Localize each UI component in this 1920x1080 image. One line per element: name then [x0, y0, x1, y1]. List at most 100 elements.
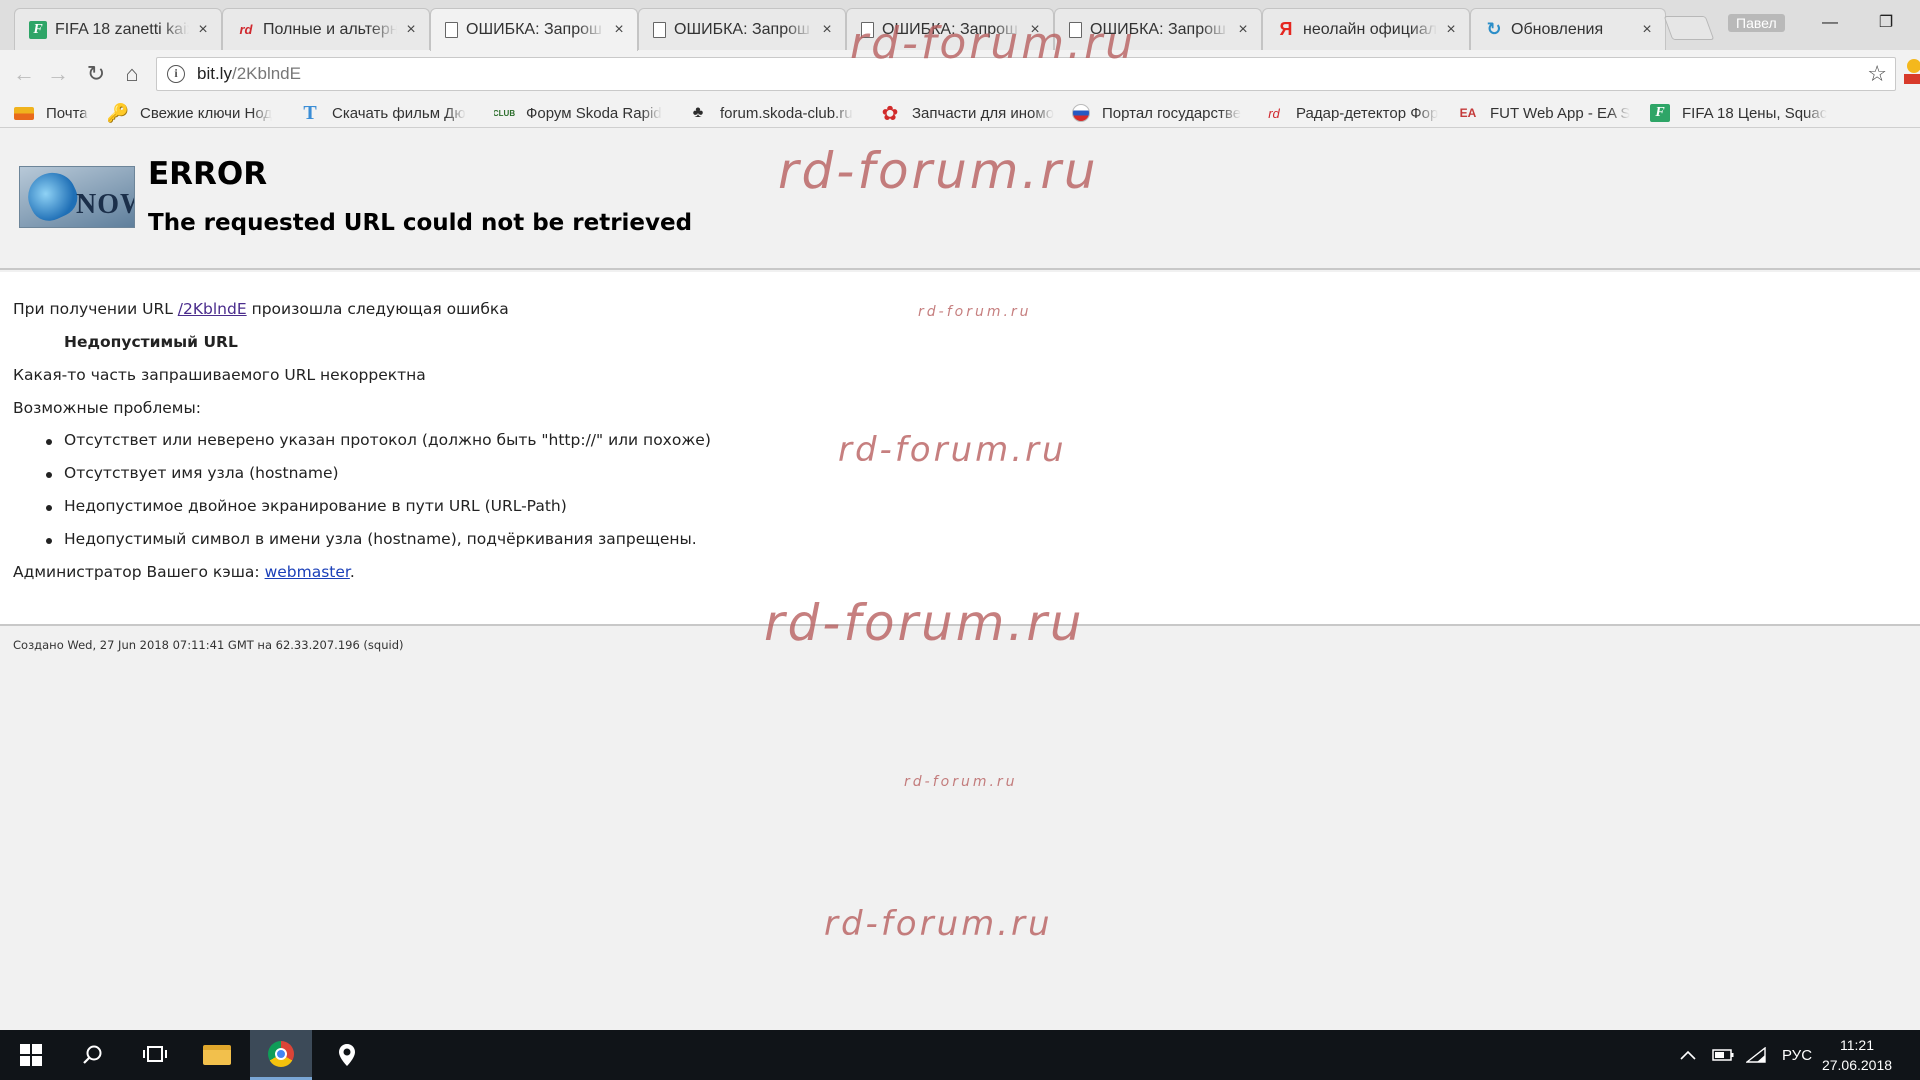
- key-icon: 🔑: [108, 102, 130, 123]
- admin-suffix: .: [349, 563, 355, 581]
- document-icon: [653, 21, 666, 38]
- tab-rd[interactable]: rd Полные и альтерн ×: [222, 8, 430, 50]
- windows-icon: [20, 1044, 42, 1066]
- problem-item: Недопустимое двойное экранирование в пут…: [64, 497, 567, 515]
- bookmark-label: Форум Skoda Rapid: [526, 104, 662, 122]
- minimize-icon[interactable]: —: [1810, 10, 1850, 36]
- intro-line: При получении URL /2KblndE произошла сле…: [13, 300, 509, 318]
- bookmark-item[interactable]: Почта: [14, 102, 94, 124]
- watermark: rd-forum.ru: [838, 430, 1067, 470]
- tab-title: ОШИБКА: Запрош: [674, 20, 810, 38]
- maps-pin-icon[interactable]: [316, 1030, 378, 1080]
- bookmark-item[interactable]: Портал государстве: [1072, 102, 1248, 124]
- skoda-icon: ♣: [692, 104, 704, 121]
- squid-icon: [20, 167, 84, 227]
- bullet-icon: [46, 505, 52, 511]
- tab-error-active[interactable]: ОШИБКА: Запрош ×: [430, 8, 638, 51]
- parts-icon: ✿: [881, 102, 899, 125]
- rd-icon: rd: [239, 22, 253, 37]
- new-tab-button[interactable]: [1663, 16, 1715, 40]
- webmaster-link[interactable]: webmaster: [265, 563, 350, 581]
- problem-item: Отсутствет или неверено указан протокол …: [64, 431, 711, 449]
- tab-title: Полные и альтерн: [263, 20, 397, 38]
- url-host: bit.ly: [197, 64, 232, 83]
- error-name: Недопустимый URL: [64, 333, 238, 351]
- bookmark-label: Свежие ключи Нод: [140, 104, 273, 122]
- bookmark-item[interactable]: T Скачать фильм Дю: [300, 102, 476, 124]
- close-icon[interactable]: ×: [1639, 21, 1655, 38]
- file-explorer-icon[interactable]: [186, 1030, 248, 1080]
- problem-item: Недопустимый символ в имени узла (hostna…: [64, 530, 697, 548]
- error-description: Какая-то часть запрашиваемого URL некорр…: [13, 366, 426, 384]
- watermark: rd-forum.ru: [824, 904, 1053, 944]
- profile-button[interactable]: Павел: [1728, 14, 1785, 32]
- tab-fifa[interactable]: F FIFA 18 zanetti kaix ×: [14, 8, 222, 50]
- bookmark-label: FIFA 18 Цены, Squac: [1682, 104, 1828, 122]
- requested-url-link[interactable]: /2KblndE: [178, 300, 247, 318]
- bookmark-star-icon[interactable]: ☆: [1867, 61, 1887, 87]
- bookmark-item[interactable]: rd Радар-детектор Фор: [1264, 102, 1440, 124]
- home-icon[interactable]: ⌂: [118, 60, 146, 88]
- screen: F FIFA 18 zanetti kaix × rd Полные и аль…: [0, 0, 1920, 1080]
- start-button[interactable]: [0, 1030, 62, 1080]
- page-subtitle: The requested URL could not be retrieved: [148, 210, 693, 236]
- url-text[interactable]: bit.ly/2KblndE: [197, 64, 301, 84]
- back-icon[interactable]: ←: [10, 60, 38, 88]
- bookmark-label: Радар-детектор Фор: [1296, 104, 1439, 122]
- bullet-icon: [46, 472, 52, 478]
- tab-title: FIFA 18 zanetti kaix: [55, 20, 189, 38]
- watermark: rd-forum.ru: [778, 142, 1099, 200]
- bookmark-item[interactable]: F FIFA 18 Цены, Squac: [1650, 102, 1830, 124]
- show-hidden-icons[interactable]: [1680, 1030, 1696, 1080]
- club-icon: CLUB: [494, 108, 516, 118]
- bookmark-label: forum.skoda-club.ru: [720, 104, 853, 122]
- close-icon[interactable]: ×: [403, 21, 419, 38]
- bullet-icon: [46, 439, 52, 445]
- generated-footer: Создано Wed, 27 Jun 2018 07:11:41 GMT на…: [13, 638, 404, 652]
- close-icon[interactable]: ×: [819, 21, 835, 38]
- mail-icon: [14, 106, 34, 120]
- bullet-icon: [46, 538, 52, 544]
- clock-date: 27.06.2018: [1821, 1057, 1893, 1073]
- bookmark-item[interactable]: CLUB Форум Skoda Rapid: [494, 102, 668, 124]
- bookmark-item[interactable]: ✿ Запчасти для иномо: [880, 102, 1056, 125]
- bookmark-label: Портал государстве: [1102, 104, 1242, 122]
- tab-updates[interactable]: ↻ Обновления ×: [1470, 8, 1666, 50]
- task-view-icon[interactable]: [124, 1030, 186, 1080]
- intro-suffix: произошла следующая ошибка: [246, 300, 509, 318]
- bookmark-item[interactable]: 🔑 Свежие ключи Нод: [108, 102, 283, 124]
- url-path: /2KblndE: [231, 64, 301, 83]
- language-indicator[interactable]: РУС: [1782, 1030, 1812, 1080]
- battery-icon[interactable]: [1712, 1030, 1734, 1080]
- tab-error-2[interactable]: ОШИБКА: Запрош ×: [638, 8, 846, 50]
- page-title: ERROR: [148, 156, 268, 192]
- intro-prefix: При получении URL: [13, 300, 178, 318]
- extension-icon[interactable]: [1900, 56, 1920, 86]
- close-icon[interactable]: ×: [611, 22, 627, 38]
- updates-icon: ↻: [1486, 19, 1502, 39]
- chrome-taskbar-icon[interactable]: [250, 1030, 312, 1080]
- bookmark-item[interactable]: ♣ forum.skoda-club.ru: [688, 102, 864, 124]
- tab-yandex[interactable]: Я неолайн официал ×: [1262, 8, 1470, 50]
- site-info-icon[interactable]: i: [167, 65, 185, 83]
- rd-icon: rd: [1268, 105, 1280, 121]
- wifi-icon[interactable]: [1746, 1030, 1766, 1080]
- search-icon[interactable]: [62, 1030, 124, 1080]
- problems-heading: Возможные проблемы:: [13, 399, 201, 417]
- error-page: NOW ERROR The requested URL could not be…: [0, 18, 1920, 1030]
- watermark: rd-forum.ru: [764, 594, 1085, 652]
- restore-icon[interactable]: ❐: [1866, 10, 1906, 36]
- bookmark-item[interactable]: EA FUT Web App - EA S: [1458, 102, 1634, 124]
- watermark: rd-forum.ru: [918, 304, 1032, 320]
- clock[interactable]: 11:21 27.06.2018: [1812, 1035, 1902, 1075]
- admin-prefix: Администратор Вашего кэша:: [13, 563, 265, 581]
- close-icon[interactable]: ×: [1443, 21, 1459, 38]
- bookmark-label: Почта: [46, 104, 88, 122]
- yandex-icon: Я: [1279, 19, 1293, 39]
- close-icon[interactable]: ×: [1235, 21, 1251, 38]
- reload-icon[interactable]: ↻: [82, 60, 110, 88]
- close-icon[interactable]: ×: [195, 21, 211, 38]
- tab-title: ОШИБКА: Запрош: [466, 21, 602, 38]
- forward-icon[interactable]: →: [44, 60, 72, 88]
- flag-icon: [1072, 104, 1090, 122]
